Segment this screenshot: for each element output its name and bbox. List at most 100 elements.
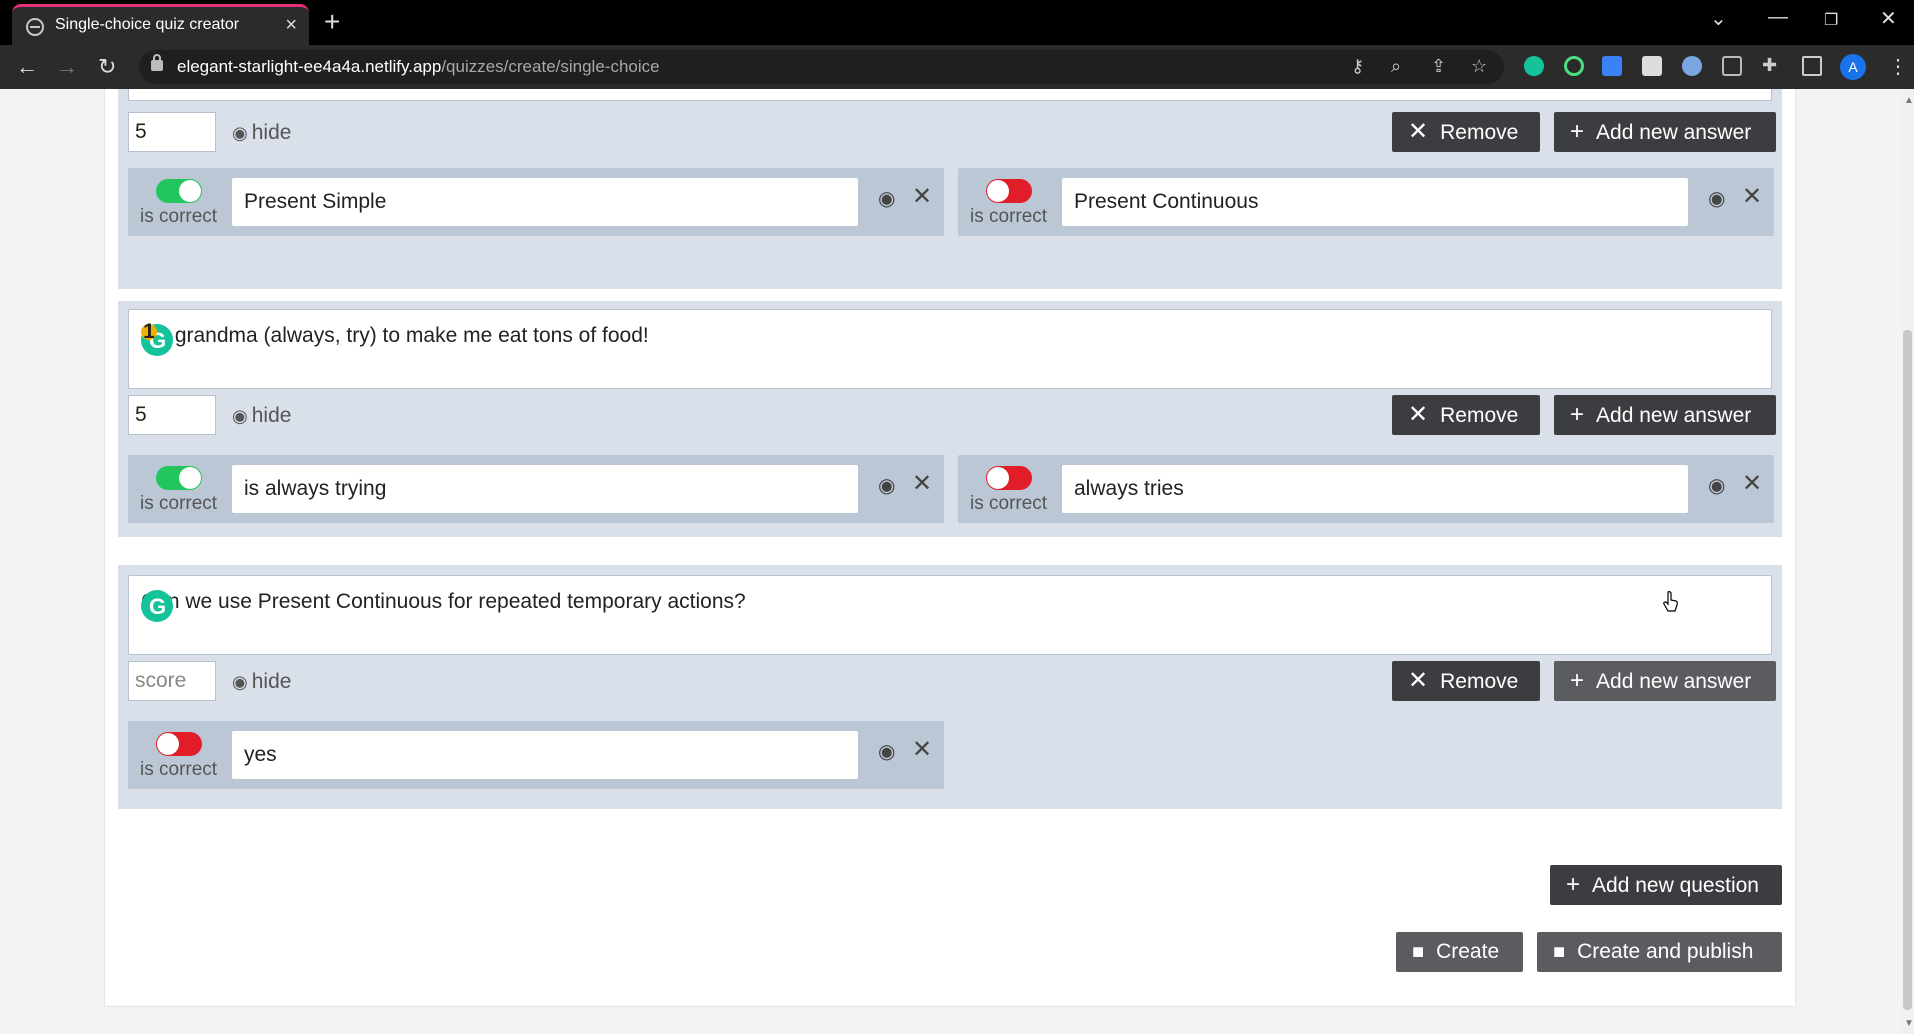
- close-icon: ✕: [1408, 667, 1429, 694]
- eye-icon: ◉: [232, 123, 248, 143]
- delete-answer-icon[interactable]: ✕: [912, 469, 932, 498]
- answer-input[interactable]: always tries: [1062, 465, 1688, 513]
- eye-icon[interactable]: ◉: [1708, 186, 1732, 210]
- scroll-down-icon[interactable]: ▼: [1904, 1018, 1914, 1029]
- is-correct-label: is correct: [970, 493, 1048, 514]
- correct-toggle[interactable]: [156, 732, 202, 756]
- question-text-input[interactable]: My grandma (always, try) to make me eat …: [128, 309, 1772, 389]
- grammarly-extension-icon[interactable]: [1524, 56, 1544, 76]
- bookmark-star-icon[interactable]: ☆: [1471, 56, 1487, 77]
- is-correct-label: is correct: [970, 206, 1048, 227]
- delete-answer-icon[interactable]: ✕: [1742, 469, 1762, 498]
- hide-toggle[interactable]: ◉ hide: [232, 404, 291, 428]
- zoom-icon[interactable]: ⌕: [1391, 56, 1401, 77]
- grammarly-icon[interactable]: [141, 590, 173, 622]
- reload-icon[interactable]: ↻: [98, 54, 116, 80]
- score-input[interactable]: score: [128, 661, 216, 701]
- minimize-icon[interactable]: —: [1768, 6, 1788, 29]
- browser-titlebar: Single-choice quiz creator × + ⌄ — ❐ ✕: [0, 0, 1914, 45]
- scrollbar-thumb[interactable]: [1903, 330, 1912, 1010]
- extensions-puzzle-icon[interactable]: ✚: [1762, 55, 1777, 76]
- eye-icon: ◉: [232, 672, 248, 692]
- add-answer-button[interactable]: + Add new answer: [1554, 112, 1776, 152]
- is-correct-label: is correct: [140, 759, 218, 780]
- eye-icon[interactable]: ◉: [1708, 473, 1732, 497]
- tab-close-icon[interactable]: ×: [285, 14, 297, 37]
- plus-icon: +: [1570, 401, 1585, 428]
- mouse-cursor-icon: [1663, 591, 1678, 612]
- close-icon: ✕: [1408, 118, 1429, 145]
- url-text: elegant-starlight-ee4a4a.netlify.app/qui…: [177, 57, 660, 76]
- side-panel-icon[interactable]: [1802, 56, 1822, 76]
- question-block-2: My grandma (always, try) to make me eat …: [118, 301, 1782, 537]
- answer-row: is correct Present Continuous ◉ ✕: [958, 168, 1774, 236]
- browser-tab-active[interactable]: Single-choice quiz creator ×: [12, 4, 309, 45]
- extension-square-icon[interactable]: [1642, 56, 1662, 76]
- new-tab-icon[interactable]: +: [324, 6, 340, 38]
- create-and-publish-button[interactable]: ■ Create and publish: [1537, 932, 1782, 972]
- hide-toggle[interactable]: ◉ hide: [232, 670, 291, 694]
- correct-toggle[interactable]: [156, 466, 202, 490]
- question-text-input[interactable]: [128, 89, 1772, 101]
- grammarly-badge: 1: [141, 321, 157, 342]
- is-correct-label: is correct: [140, 493, 218, 514]
- hide-toggle[interactable]: ◉ hide: [232, 121, 291, 145]
- plus-icon: +: [1570, 667, 1585, 694]
- remove-question-button[interactable]: ✕ Remove: [1392, 112, 1540, 152]
- page-content: 5 ◉ hide ✕ Remove + Add new answer is corre…: [0, 89, 1914, 1034]
- remove-question-button[interactable]: ✕ Remove: [1392, 395, 1540, 435]
- create-button[interactable]: ■ Create: [1396, 932, 1523, 972]
- remove-question-button[interactable]: ✕ Remove: [1392, 661, 1540, 701]
- answer-row: is correct is always trying ◉ ✕: [128, 455, 944, 523]
- add-question-button[interactable]: + Add new question: [1550, 865, 1782, 905]
- add-answer-button[interactable]: + Add new answer: [1554, 395, 1776, 435]
- lock-icon: [151, 54, 163, 71]
- answer-input[interactable]: yes: [232, 731, 858, 779]
- correct-toggle[interactable]: [156, 179, 202, 203]
- save-icon: ■: [1412, 941, 1425, 963]
- share-icon[interactable]: ⇪: [1431, 56, 1446, 77]
- profile-avatar[interactable]: A: [1840, 54, 1866, 80]
- browser-toolbar: ← → ↻ elegant-starlight-ee4a4a.netlify.a…: [0, 45, 1914, 89]
- menu-kebab-icon[interactable]: ⋮: [1888, 54, 1908, 79]
- answer-row: is correct Present Simple ◉ ✕: [128, 168, 944, 236]
- eye-icon[interactable]: ◉: [878, 473, 902, 497]
- eye-icon[interactable]: ◉: [878, 186, 902, 210]
- is-correct-label: is correct: [140, 206, 218, 227]
- question-text-input[interactable]: Can we use Present Continuous for repeat…: [128, 575, 1772, 655]
- eye-icon[interactable]: ◉: [878, 739, 902, 763]
- delete-answer-icon[interactable]: ✕: [912, 182, 932, 211]
- question-block-3: Can we use Present Continuous for repeat…: [118, 565, 1782, 809]
- plus-icon: +: [1570, 118, 1585, 145]
- close-icon: ✕: [1408, 401, 1429, 428]
- answer-input[interactable]: is always trying: [232, 465, 858, 513]
- answer-row: is correct yes ◉ ✕: [128, 721, 944, 789]
- scroll-up-icon[interactable]: ▲: [1904, 95, 1914, 106]
- delete-answer-icon[interactable]: ✕: [1742, 182, 1762, 211]
- key-icon[interactable]: ⚷: [1351, 56, 1364, 77]
- extension-ring-icon[interactable]: [1564, 56, 1584, 76]
- restore-icon[interactable]: ❐: [1824, 10, 1838, 30]
- correct-toggle[interactable]: [986, 466, 1032, 490]
- tab-search-icon[interactable]: ⌄: [1710, 6, 1727, 31]
- screenshot-extension-icon[interactable]: [1722, 56, 1742, 76]
- question-text: Can we use Present Continuous for repeat…: [141, 590, 746, 613]
- answer-input[interactable]: Present Continuous: [1062, 178, 1688, 226]
- correct-toggle[interactable]: [986, 179, 1032, 203]
- question-block-1: 5 ◉ hide ✕ Remove + Add new answer is corre…: [118, 89, 1782, 289]
- delete-answer-icon[interactable]: ✕: [912, 735, 932, 764]
- close-window-icon[interactable]: ✕: [1880, 6, 1897, 31]
- address-bar[interactable]: elegant-starlight-ee4a4a.netlify.app/qui…: [139, 50, 1504, 84]
- translate-extension-icon[interactable]: [1602, 56, 1622, 76]
- extension-gear-icon[interactable]: [1682, 56, 1702, 76]
- score-input[interactable]: 5: [128, 395, 216, 435]
- save-icon: ■: [1553, 941, 1566, 963]
- add-answer-button[interactable]: + Add new answer: [1554, 661, 1776, 701]
- back-icon[interactable]: ←: [16, 54, 38, 80]
- plus-icon: +: [1566, 871, 1581, 898]
- answer-input[interactable]: Present Simple: [232, 178, 858, 226]
- score-input[interactable]: 5: [128, 112, 216, 152]
- eye-icon: ◉: [232, 406, 248, 426]
- answer-row: is correct always tries ◉ ✕: [958, 455, 1774, 523]
- forward-icon[interactable]: →: [56, 54, 78, 80]
